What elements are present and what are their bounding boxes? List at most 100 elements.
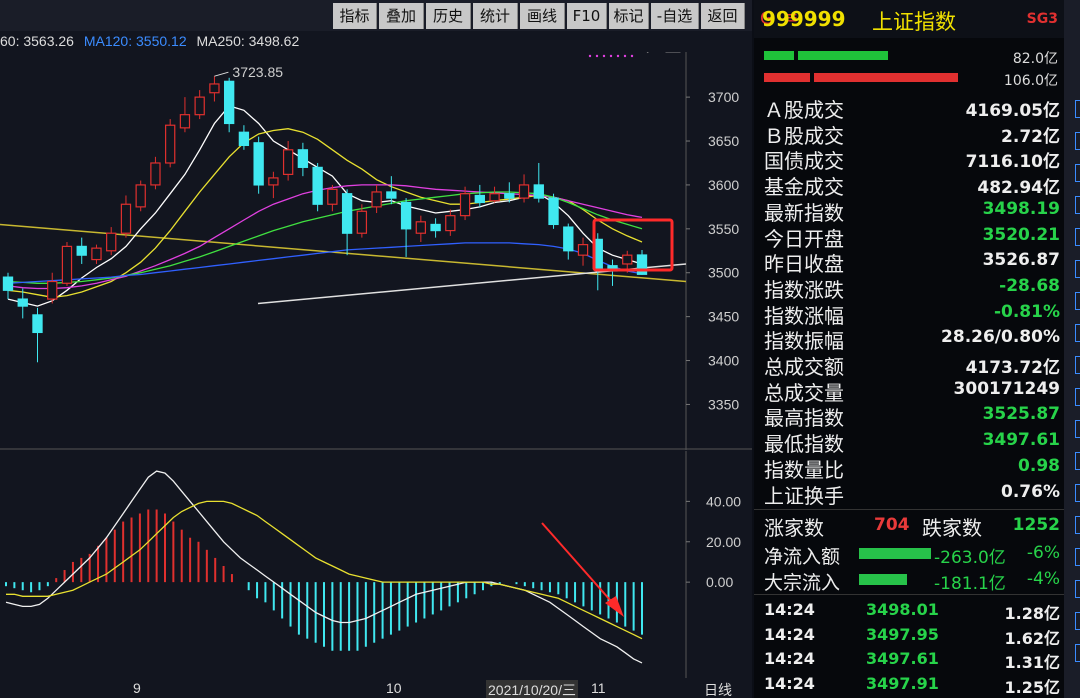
macd-tick-1: 20.00 (706, 534, 741, 550)
candle-body (563, 226, 574, 252)
advance-decline-row: 涨家数 704 跌家数 1252 (754, 512, 1060, 540)
candle-body (430, 223, 441, 232)
candle-body (238, 131, 250, 147)
candle-body (2, 276, 14, 291)
candle-body (106, 232, 117, 252)
tick-price: 3498.01 (866, 600, 939, 619)
edge-tab[interactable] (1075, 548, 1080, 566)
toolbar-button-6[interactable]: 标记 (609, 3, 649, 29)
candle-body (32, 314, 43, 334)
candle-body (474, 194, 485, 204)
quote-row: 昨日收盘 3526.87 (754, 248, 1060, 276)
edge-tab[interactable] (1075, 228, 1080, 246)
quote-label: 国债成交 (764, 149, 844, 174)
toolbar-button-1[interactable]: 叠加 (379, 3, 424, 29)
quote-value: 4169.05亿 (965, 101, 1060, 121)
marker-dot (630, 54, 634, 58)
edge-tab[interactable] (1075, 260, 1080, 278)
tick-time: 14:24 (764, 600, 815, 619)
volume-bar-segment (764, 73, 810, 82)
flow-label: 大宗流入 (764, 572, 841, 594)
quote-label: Ａ股成交 (764, 98, 844, 122)
candle-body (415, 221, 427, 234)
ma120-label: MA120: 3550.12 (83, 33, 187, 49)
quote-label: 指数振幅 (764, 329, 844, 354)
macd-chart[interactable]: 40.00 20.00 0.00 (0, 451, 752, 678)
candle-body (327, 188, 338, 205)
edge-tab[interactable] (1075, 516, 1080, 534)
edge-tab[interactable] (1075, 132, 1080, 150)
date-tick-9: 9 (133, 680, 141, 696)
exchange-badge[interactable]: SG3 (1027, 11, 1058, 27)
quote-value: 3520.21 (982, 224, 1060, 245)
edge-tab[interactable] (1075, 164, 1080, 182)
quote-row: 指数振幅 28.26/0.80% (754, 325, 1060, 354)
decline-label: 跌家数 (922, 516, 982, 540)
fund-flow-row: 大宗流入 -181.1亿 -4% (754, 567, 1060, 594)
quote-header: G ≡ 999999 上证指数 SG3 (754, 0, 1064, 38)
flow-label: 净流入额 (764, 546, 841, 568)
date-cursor-label: 2021/10/20/三 (486, 680, 578, 698)
macd-background (0, 451, 752, 678)
candle-body (371, 191, 382, 208)
toolbar-button-5[interactable]: F10 (567, 3, 607, 29)
toolbar-button-8[interactable]: 返回 (701, 3, 745, 29)
candlestick-chart[interactable]: 3700 3650 3600 3550 3500 3450 3400 3350 3723.85 (0, 52, 752, 450)
quote-label: 上证换手 (764, 483, 844, 508)
price-tick-4: 3500 (708, 265, 739, 281)
toolbar-button-7[interactable]: -自选 (651, 3, 699, 29)
quote-row: 总成交额 4173.72亿 (754, 351, 1060, 379)
candle-body (445, 215, 456, 232)
quote-label: Ｂ股成交 (764, 123, 844, 148)
candle-body (533, 184, 544, 199)
tick-price: 3497.91 (866, 673, 939, 693)
edge-tab[interactable] (1075, 484, 1080, 502)
tick-row: 14:24 3497.61 1.31亿 (754, 647, 1060, 672)
edge-tab[interactable] (1075, 356, 1080, 374)
candle-body (47, 280, 58, 300)
toolbar-button-0[interactable]: 指标 (333, 3, 377, 29)
edge-tab[interactable] (1075, 612, 1080, 630)
quote-value: 7116.10亿 (965, 152, 1060, 173)
toolbar-button-4[interactable]: 画线 (520, 3, 565, 29)
period-label[interactable]: 日线 (704, 680, 732, 698)
tick-row: 14:24 3498.01 1.28亿 (754, 598, 1060, 623)
flow-amount: -263.0亿 (934, 548, 1006, 568)
tick-row: 14:24 3497.91 1.25亿 (754, 672, 1060, 697)
quote-label: 指数量比 (764, 457, 844, 482)
edge-tab[interactable] (1075, 644, 1080, 662)
edge-tab[interactable] (1075, 388, 1080, 406)
quote-label: 最低指数 (764, 432, 844, 457)
price-tick-6: 3400 (708, 353, 739, 369)
edge-tab[interactable] (1075, 452, 1080, 470)
toolbar-button-2[interactable]: 历史 (426, 3, 471, 29)
edge-tab[interactable] (1075, 292, 1080, 310)
tick-row: 14:24 3497.95 1.62亿 (754, 623, 1060, 648)
volume-bar-segment (798, 51, 888, 60)
quote-label: 总成交量 (764, 380, 844, 405)
candle-body (135, 184, 146, 208)
volume-bar-segment (830, 73, 958, 82)
edge-tab[interactable] (1075, 580, 1080, 598)
price-tick-2: 3600 (708, 177, 739, 193)
tick-volume: 1.31亿 (1004, 653, 1060, 672)
quote-row: 最低指数 3497.61 (754, 428, 1060, 457)
edge-tab[interactable] (1075, 324, 1080, 342)
candle-body (489, 193, 500, 202)
quote-label: 指数涨跌 (764, 277, 844, 302)
quote-label: 今日开盘 (764, 226, 844, 251)
toolbar-button-3[interactable]: 统计 (473, 3, 518, 29)
marker-dot (595, 54, 599, 58)
edge-tab[interactable] (1075, 196, 1080, 214)
candle-body (76, 245, 87, 256)
volume-bar-amount: 106.0亿 (1003, 73, 1058, 89)
marker-dot (616, 54, 620, 58)
date-tick-10: 10 (386, 680, 402, 696)
edge-tab[interactable] (1075, 100, 1080, 118)
quote-value: 3498.19 (982, 198, 1060, 219)
quote-row: 上证换手 0.76% (754, 480, 1060, 508)
kline-chart-panel[interactable]: 指标 叠加 历史 统计 画线 F10 标记 -自选 返回 60: 3563.26 MA120: … (0, 0, 752, 698)
candle-body (91, 247, 102, 261)
edge-tab[interactable] (1075, 420, 1080, 438)
fund-flow-row: 净流入额 -263.0亿 -6% (754, 541, 1060, 568)
